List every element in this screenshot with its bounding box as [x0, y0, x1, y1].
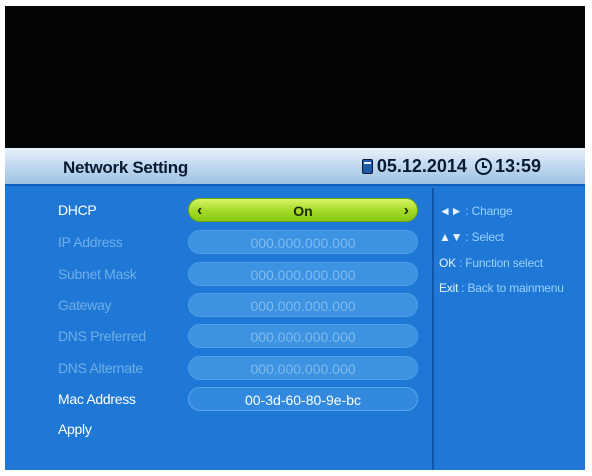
arrow-right-icon[interactable]: ›	[404, 199, 409, 223]
calendar-icon	[361, 159, 373, 174]
dns-preferred-field[interactable]: 000.000.000.000	[188, 324, 418, 348]
dhcp-label: DHCP	[58, 202, 97, 218]
subnet-mask-label: Subnet Mask	[58, 266, 137, 282]
dhcp-value: On	[293, 203, 313, 219]
help-exit: Exit: Back to mainmenu	[439, 281, 564, 295]
mac-address-label: Mac Address	[58, 391, 136, 407]
time-text: 13:59	[494, 156, 541, 176]
help-select: ▲▼: Select	[439, 230, 504, 244]
clock-icon	[474, 158, 492, 175]
dns-alternate-field[interactable]: 000.000.000.000	[188, 356, 418, 380]
subnet-mask-field[interactable]: 000.000.000.000	[188, 262, 418, 286]
ip-address-field[interactable]: 000.000.000.000	[188, 230, 418, 254]
gateway-field[interactable]: 000.000.000.000	[188, 293, 418, 317]
help-change: ◄►: Change	[439, 204, 513, 218]
ip-address-label: IP Address	[58, 234, 123, 250]
arrow-left-icon[interactable]: ‹	[197, 199, 202, 223]
dns-alternate-label: DNS Alternate	[58, 360, 143, 376]
up-down-arrows-icon: ▲▼	[439, 230, 463, 244]
date-text: 05.12.2014	[376, 156, 467, 176]
apply-button[interactable]: Apply	[58, 421, 92, 437]
dns-preferred-label: DNS Preferred	[58, 328, 146, 344]
page-title: Network Setting	[63, 158, 188, 177]
mac-address-field: 00-3d-60-80-9e-bc	[188, 387, 418, 411]
dhcp-selector[interactable]: ‹ On ›	[188, 198, 418, 222]
left-right-arrows-icon: ◄►	[439, 204, 463, 218]
help-ok: OK: Function select	[439, 256, 543, 270]
gateway-label: Gateway	[58, 297, 112, 313]
date-time: 05.12.2014 13:59	[361, 156, 541, 177]
panel-divider	[432, 188, 434, 470]
header-bar: Network Setting 05.12.2014 13:59	[5, 148, 585, 186]
